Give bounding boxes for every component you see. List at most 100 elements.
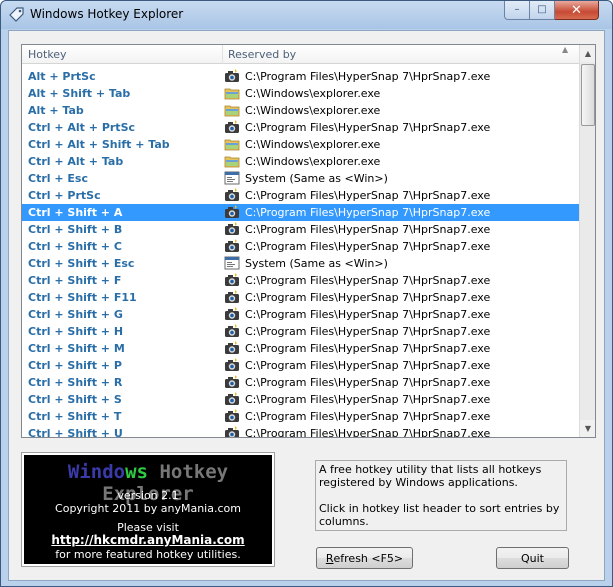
reserved-by-cell: C:\Windows\explorer.exe xyxy=(245,104,381,117)
minimize-button[interactable]: – xyxy=(504,1,530,20)
arrow-down-icon: ▼ xyxy=(584,424,592,433)
table-row[interactable]: Alt + Shift + Tab C:\Windows\explorer.exe xyxy=(22,85,579,102)
hotkey-cell: Ctrl + Alt + PrtSc xyxy=(28,121,136,134)
maximize-button[interactable]: □ xyxy=(530,1,555,20)
table-row[interactable]: Ctrl + Shift + T C:\Program Files\HyperSn… xyxy=(22,408,579,425)
reserved-by-cell: C:\Program Files\HyperSnap 7\HprSnap7.ex… xyxy=(245,121,491,134)
hypersnap-icon xyxy=(224,323,240,339)
hotkey-cell: Ctrl + Shift + H xyxy=(28,325,124,338)
table-row[interactable]: Ctrl + Shift + C C:\Program Files\HyperSn… xyxy=(22,238,579,255)
table-row[interactable]: Ctrl + Shift + S C:\Program Files\HyperSn… xyxy=(22,391,579,408)
table-row[interactable]: Ctrl + Alt + PrtSc C:\Program Files\Hyper… xyxy=(22,119,579,136)
table-row[interactable]: Ctrl + Shift + M C:\Program Files\HyperSn… xyxy=(22,340,579,357)
reserved-by-cell: C:\Windows\explorer.exe xyxy=(245,155,381,168)
reserved-by-cell: System (Same as <Win>) xyxy=(245,172,388,185)
hotkey-cell: Ctrl + Shift + M xyxy=(28,342,125,355)
table-row[interactable]: Alt + Tab C:\Windows\explorer.exe xyxy=(22,102,579,119)
hotkey-cell: Ctrl + Shift + P xyxy=(28,359,122,372)
table-row[interactable]: Ctrl + Shift + U C:\Program Files\HyperSn… xyxy=(22,425,579,438)
description-box: A free hotkey utility that lists all hot… xyxy=(315,460,567,531)
hypersnap-icon xyxy=(224,357,240,373)
reserved-by-cell: C:\Program Files\HyperSnap 7\HprSnap7.ex… xyxy=(245,291,491,304)
hotkey-cell: Ctrl + Shift + S xyxy=(28,393,122,406)
column-header-reserved-by[interactable]: Reserved by xyxy=(228,48,296,61)
hypersnap-icon xyxy=(224,221,240,237)
hotkey-cell: Ctrl + Esc xyxy=(28,172,88,185)
explorer-icon xyxy=(224,153,240,169)
hypersnap-icon xyxy=(224,272,240,288)
hotkey-cell: Alt + Tab xyxy=(28,104,84,117)
table-row[interactable]: Ctrl + Shift + Esc System (Same as <Win>) xyxy=(22,255,579,272)
column-divider[interactable] xyxy=(222,45,223,64)
close-button[interactable]: ✕ xyxy=(555,1,599,20)
window-title: Windows Hotkey Explorer xyxy=(30,7,184,21)
hypersnap-icon xyxy=(224,187,240,203)
reserved-by-cell: C:\Program Files\HyperSnap 7\HprSnap7.ex… xyxy=(245,376,491,389)
hotkey-cell: Ctrl + Shift + G xyxy=(28,308,123,321)
hotkey-cell: Ctrl + Alt + Tab xyxy=(28,155,124,168)
hypersnap-icon xyxy=(224,408,240,424)
sort-indicator-icon: ▲ xyxy=(562,45,569,54)
hypersnap-icon xyxy=(224,289,240,305)
hotkey-cell: Alt + Shift + Tab xyxy=(28,87,131,100)
logo-banner: Windows Hotkey Explorer version 2.1 Copy… xyxy=(24,455,272,564)
logo-more-text: for more featured hotkey utilities. xyxy=(55,548,241,561)
hypersnap-icon xyxy=(224,340,240,356)
table-row[interactable]: Ctrl + PrtSc C:\Program Files\HyperSnap 7… xyxy=(22,187,579,204)
table-row[interactable]: Ctrl + Alt + Shift + Tab C:\Windows\explo… xyxy=(22,136,579,153)
title-bar[interactable]: Windows Hotkey Explorer – □ ✕ xyxy=(1,1,612,29)
refresh-label: efresh <F5> xyxy=(333,551,404,565)
hotkey-cell: Ctrl + Alt + Shift + Tab xyxy=(28,138,170,151)
hotkey-cell: Ctrl + Shift + Esc xyxy=(28,257,135,270)
hotkey-list[interactable]: Hotkey Reserved by ▲ Alt + PrtSc C:\Progr… xyxy=(21,44,596,438)
logo-copyright: Copyright 2011 by anyMania.com xyxy=(55,502,241,515)
scroll-up-button[interactable]: ▲ xyxy=(580,45,595,62)
app-tag-icon xyxy=(9,7,24,22)
list-rows: Alt + PrtSc C:\Program Files\HyperSnap 7\… xyxy=(22,68,579,438)
column-header-hotkey[interactable]: Hotkey xyxy=(28,48,67,61)
vertical-scrollbar[interactable]: ▲ ▼ xyxy=(579,45,595,437)
website-link[interactable]: http://hkcmdr.anyMania.com xyxy=(51,533,244,547)
reserved-by-cell: C:\Program Files\HyperSnap 7\HprSnap7.ex… xyxy=(245,189,491,202)
hypersnap-icon xyxy=(224,306,240,322)
quit-button[interactable]: Quit xyxy=(496,547,569,569)
description-line: Click in hotkey list header to sort entr… xyxy=(319,502,560,528)
arrow-up-icon: ▲ xyxy=(584,49,592,58)
logo-version: version 2.1 xyxy=(117,489,179,502)
hotkey-cell: Ctrl + Shift + U xyxy=(28,427,123,438)
table-row[interactable]: Ctrl + Shift + F11 C:\Program Files\Hyper… xyxy=(22,289,579,306)
table-row[interactable]: Ctrl + Shift + H C:\Program Files\HyperSn… xyxy=(22,323,579,340)
scroll-down-button[interactable]: ▼ xyxy=(580,420,595,437)
client-area: Hotkey Reserved by ▲ Alt + PrtSc C:\Progr… xyxy=(8,30,605,581)
table-row[interactable]: Ctrl + Shift + F C:\Program Files\HyperSn… xyxy=(22,272,579,289)
table-row[interactable]: Ctrl + Shift + R C:\Program Files\HyperSn… xyxy=(22,374,579,391)
reserved-by-cell: C:\Windows\explorer.exe xyxy=(245,87,381,100)
hotkey-cell: Ctrl + Shift + T xyxy=(28,410,122,423)
refresh-button[interactable]: Refresh <F5> xyxy=(316,547,413,569)
hypersnap-icon xyxy=(224,425,240,437)
reserved-by-cell: C:\Program Files\HyperSnap 7\HprSnap7.ex… xyxy=(245,427,491,438)
reserved-by-cell: C:\Program Files\HyperSnap 7\HprSnap7.ex… xyxy=(245,325,491,338)
reserved-by-cell: C:\Program Files\HyperSnap 7\HprSnap7.ex… xyxy=(245,308,491,321)
hypersnap-icon xyxy=(224,374,240,390)
logo-panel: Windows Hotkey Explorer version 2.1 Copy… xyxy=(21,452,275,567)
maximize-icon: □ xyxy=(537,4,547,15)
quit-label: Quit xyxy=(521,551,544,565)
hypersnap-icon xyxy=(224,119,240,135)
reserved-by-cell: C:\Program Files\HyperSnap 7\HprSnap7.ex… xyxy=(245,359,491,372)
table-row[interactable]: Ctrl + Alt + Tab C:\Windows\explorer.exe xyxy=(22,153,579,170)
table-row[interactable]: Ctrl + Shift + B C:\Program Files\HyperSn… xyxy=(22,221,579,238)
scrollbar-thumb[interactable] xyxy=(581,64,595,126)
explorer-icon xyxy=(224,102,240,118)
hotkey-cell: Ctrl + Shift + F11 xyxy=(28,291,137,304)
table-row[interactable]: Ctrl + Esc System (Same as <Win>) xyxy=(22,170,579,187)
reserved-by-cell: C:\Program Files\HyperSnap 7\HprSnap7.ex… xyxy=(245,70,491,83)
table-row[interactable]: Ctrl + Shift + P C:\Program Files\HyperSn… xyxy=(22,357,579,374)
reserved-by-cell: C:\Program Files\HyperSnap 7\HprSnap7.ex… xyxy=(245,206,491,219)
table-row[interactable]: Alt + PrtSc C:\Program Files\HyperSnap 7\… xyxy=(22,68,579,85)
hotkey-cell: Ctrl + Shift + B xyxy=(28,223,123,236)
table-row[interactable]: Ctrl + Shift + A C:\Program Files\HyperSn… xyxy=(22,204,579,221)
app-window: Windows Hotkey Explorer – □ ✕ Hotkey Res… xyxy=(0,0,613,587)
table-row[interactable]: Ctrl + Shift + G C:\Program Files\HyperSn… xyxy=(22,306,579,323)
reserved-by-cell: C:\Program Files\HyperSnap 7\HprSnap7.ex… xyxy=(245,342,491,355)
